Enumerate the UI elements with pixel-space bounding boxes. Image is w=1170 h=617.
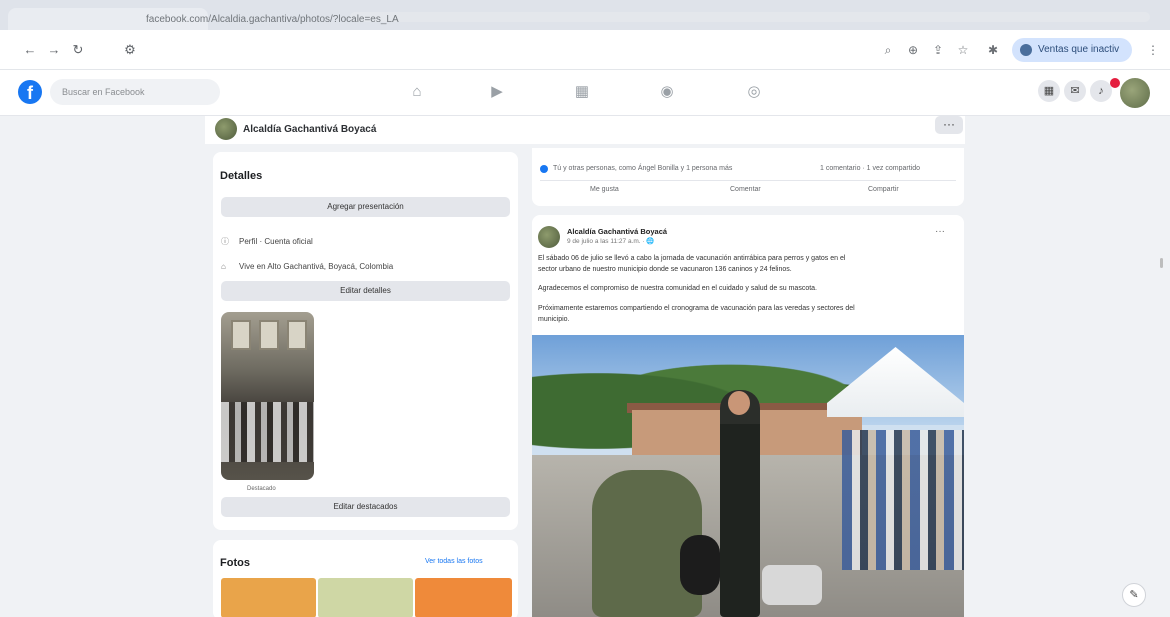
marketplace-icon[interactable]: ▦ bbox=[570, 80, 594, 104]
notification-badge bbox=[1110, 78, 1120, 88]
photo-people bbox=[221, 402, 314, 462]
profile-name[interactable]: Alcaldía Gachantivá Boyacá bbox=[243, 124, 376, 135]
photo-thumbnail[interactable] bbox=[221, 578, 316, 617]
home-location-icon: ⌂ bbox=[221, 262, 226, 271]
featured-caption: Destacado bbox=[247, 486, 276, 492]
post-text-line: El sábado 06 de julio se llevó a cabo la… bbox=[538, 255, 846, 262]
url-text[interactable]: facebook.com/Alcaldia.gachantiva/photos/… bbox=[146, 14, 399, 25]
post-options-button[interactable]: ··· bbox=[935, 226, 945, 237]
new-message-icon[interactable]: ✎ bbox=[1122, 583, 1146, 607]
post-photo[interactable] bbox=[532, 335, 964, 617]
photo-thumbnail[interactable] bbox=[415, 578, 512, 617]
edit-details-button[interactable]: Editar detalles bbox=[221, 281, 510, 301]
photo-bag bbox=[762, 565, 822, 605]
account-avatar[interactable] bbox=[1120, 78, 1150, 108]
photo-thumbnail[interactable] bbox=[318, 578, 413, 617]
lives-in-row: ⌂ Vive en Alto Gachantivá, Boyacá, Colomb… bbox=[221, 262, 393, 271]
forward-icon[interactable]: → bbox=[46, 42, 62, 58]
photo-window bbox=[259, 320, 279, 350]
video-icon[interactable]: ▶ bbox=[485, 80, 509, 104]
search-icon[interactable]: ⌕ bbox=[880, 42, 896, 58]
profile-avatar-icon bbox=[1020, 44, 1032, 56]
post-author-avatar[interactable] bbox=[538, 226, 560, 248]
post-author[interactable]: Alcaldía Gachantivá Boyacá bbox=[567, 227, 667, 236]
post-text-line: Próximamente estaremos compartiendo el c… bbox=[538, 305, 855, 312]
page-type-text: Perfil · Cuenta oficial bbox=[239, 237, 313, 246]
zoom-icon[interactable]: ⊕ bbox=[905, 42, 921, 58]
photos-title: Fotos bbox=[220, 557, 250, 569]
photo-officer-head bbox=[728, 391, 750, 415]
page-type-row: ⓘ Perfil · Cuenta oficial bbox=[221, 236, 313, 247]
post-date[interactable]: 9 de julio a las 11:27 a.m. · 🌐 bbox=[567, 237, 654, 245]
comment-button[interactable]: Comentar bbox=[730, 186, 761, 193]
previous-post-footer bbox=[532, 148, 964, 206]
home-icon[interactable]: ⌂ bbox=[405, 80, 429, 104]
like-button[interactable]: Me gusta bbox=[590, 186, 619, 193]
info-icon: ⓘ bbox=[221, 237, 229, 246]
details-title: Detalles bbox=[220, 170, 263, 182]
add-intro-button[interactable]: Agregar presentación bbox=[221, 197, 510, 217]
photo-window bbox=[231, 320, 251, 350]
lives-in-text: Vive en Alto Gachantivá, Boyacá, Colombi… bbox=[239, 262, 394, 271]
photo-crowd bbox=[842, 430, 964, 570]
divider bbox=[540, 180, 956, 181]
back-icon[interactable]: ← bbox=[22, 42, 38, 58]
photo-dog bbox=[680, 535, 720, 595]
like-reaction-icon bbox=[540, 165, 548, 173]
photo-window bbox=[287, 320, 307, 350]
photo-officer bbox=[720, 390, 760, 617]
notifications-icon[interactable]: ♪ bbox=[1090, 80, 1112, 102]
edit-featured-button[interactable]: Editar destacados bbox=[221, 497, 510, 517]
browser-toolbar: ← → ↻ ⚙ ⌕ ⊕ ⇪ ☆ ✱ Ventas que inactiv ⋮ bbox=[0, 30, 1170, 70]
menu-icon[interactable]: ⋮ bbox=[1145, 42, 1161, 58]
profile-avatar[interactable] bbox=[215, 118, 237, 140]
post-text-line: Agradecemos el compromiso de nuestra com… bbox=[538, 285, 817, 292]
search-placeholder: Buscar en Facebook bbox=[62, 87, 145, 97]
address-bar[interactable] bbox=[110, 38, 830, 62]
profile-more-button[interactable]: ··· bbox=[935, 116, 963, 134]
profile-label: Ventas que inactiv bbox=[1038, 44, 1120, 55]
profile-button[interactable]: Ventas que inactiv bbox=[1012, 38, 1132, 62]
scrollbar[interactable] bbox=[1160, 258, 1163, 268]
share-icon[interactable]: ⇪ bbox=[930, 42, 946, 58]
extension-icon[interactable]: ✱ bbox=[985, 42, 1001, 58]
post-text-line: municipio. bbox=[538, 316, 570, 323]
comment-share-counts[interactable]: 1 comentario · 1 vez compartido bbox=[820, 165, 920, 172]
facebook-logo-icon[interactable]: f bbox=[18, 80, 42, 104]
reactions-summary[interactable]: Tú y otras personas, como Ángel Bonilla … bbox=[553, 165, 732, 172]
gaming-icon[interactable]: ◎ bbox=[742, 80, 766, 104]
reload-icon[interactable]: ↻ bbox=[70, 42, 86, 58]
apps-menu-icon[interactable]: ▦ bbox=[1038, 80, 1060, 102]
tab-area bbox=[350, 12, 1150, 22]
post-text-line: sector urbano de nuestro municipio donde… bbox=[538, 266, 792, 273]
messenger-icon[interactable]: ✉ bbox=[1064, 80, 1086, 102]
featured-photo[interactable] bbox=[221, 312, 314, 480]
site-info-icon[interactable]: ⚙ bbox=[122, 42, 138, 58]
star-icon[interactable]: ☆ bbox=[955, 42, 971, 58]
see-all-photos-link[interactable]: Ver todas las fotos bbox=[425, 558, 483, 565]
share-button[interactable]: Compartir bbox=[868, 186, 899, 193]
groups-icon[interactable]: ◉ bbox=[655, 80, 679, 104]
